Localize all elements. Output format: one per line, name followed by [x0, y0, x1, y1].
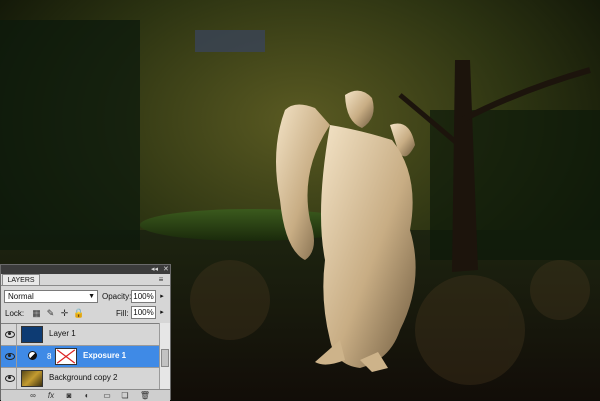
layer-list-scrollbar[interactable] — [159, 323, 170, 389]
layer-row-background-copy-2[interactable]: Background copy 2 — [1, 368, 159, 390]
visibility-eye-icon[interactable] — [1, 368, 17, 389]
visibility-eye-icon[interactable] — [1, 346, 17, 367]
layer-list: Layer 1 8 Exposure 1 Background copy 2 — [1, 323, 159, 390]
padlock-icon[interactable]: 🔒 — [73, 308, 84, 319]
layer-thumbnail — [21, 326, 43, 343]
lock-label: Lock: — [5, 309, 25, 318]
layer-name: Layer 1 — [49, 329, 76, 338]
blend-mode-select[interactable]: Normal ▼ — [4, 290, 98, 303]
fill-slider-toggle[interactable]: ▸ — [157, 306, 167, 319]
opacity-label: Opacity: — [102, 292, 132, 301]
layer-mask-thumbnail[interactable] — [55, 348, 77, 365]
panel-bottom-bar: ∞ fx ◙ ◐ ▭ ❏ 🗑 — [1, 389, 170, 401]
close-icon[interactable]: ✕ — [163, 265, 169, 274]
blend-mode-value: Normal — [8, 292, 34, 301]
layer-name: Exposure 1 — [83, 351, 127, 360]
trash-icon[interactable]: 🗑 — [139, 390, 151, 401]
fx-icon[interactable]: fx — [45, 390, 57, 401]
scroll-thumb[interactable] — [161, 349, 169, 367]
tab-divider — [1, 285, 170, 286]
adjustment-icon[interactable]: ◐ — [81, 390, 93, 401]
collapse-icon[interactable]: ◂◂ — [151, 265, 158, 274]
move-lock-icon[interactable]: ✛ — [59, 308, 70, 319]
layer-name: Background copy 2 — [49, 373, 118, 382]
layer-row-layer-1[interactable]: Layer 1 — [1, 324, 159, 346]
layer-row-exposure-1[interactable]: 8 Exposure 1 — [1, 346, 159, 368]
opacity-input[interactable]: 100% — [131, 290, 156, 303]
fill-label: Fill: — [116, 309, 129, 318]
fill-input[interactable]: 100% — [131, 306, 156, 319]
panel-menu-icon[interactable]: ≡ — [155, 275, 167, 285]
mask-icon[interactable]: ◙ — [63, 390, 75, 401]
adjustment-layer-icon — [28, 351, 37, 360]
opacity-slider-toggle[interactable]: ▸ — [157, 290, 167, 303]
layer-thumbnail — [21, 370, 43, 387]
brush-lock-icon[interactable]: ✎ — [45, 308, 56, 319]
chevron-down-icon: ▼ — [88, 293, 95, 300]
visibility-eye-icon[interactable] — [1, 324, 17, 345]
panel-title-bar[interactable]: ◂◂ ✕ — [1, 265, 170, 274]
layers-panel: ◂◂ ✕ LAYERS ≡ Normal ▼ Opacity: 100% ▸ L… — [0, 264, 171, 401]
folder-icon[interactable]: ▭ — [101, 390, 113, 401]
link-icon[interactable]: ∞ — [27, 390, 39, 401]
transparency-lock-icon[interactable]: ▦ — [31, 308, 42, 319]
mask-link-icon[interactable]: 8 — [47, 352, 51, 361]
new-layer-icon[interactable]: ❏ — [119, 390, 131, 401]
